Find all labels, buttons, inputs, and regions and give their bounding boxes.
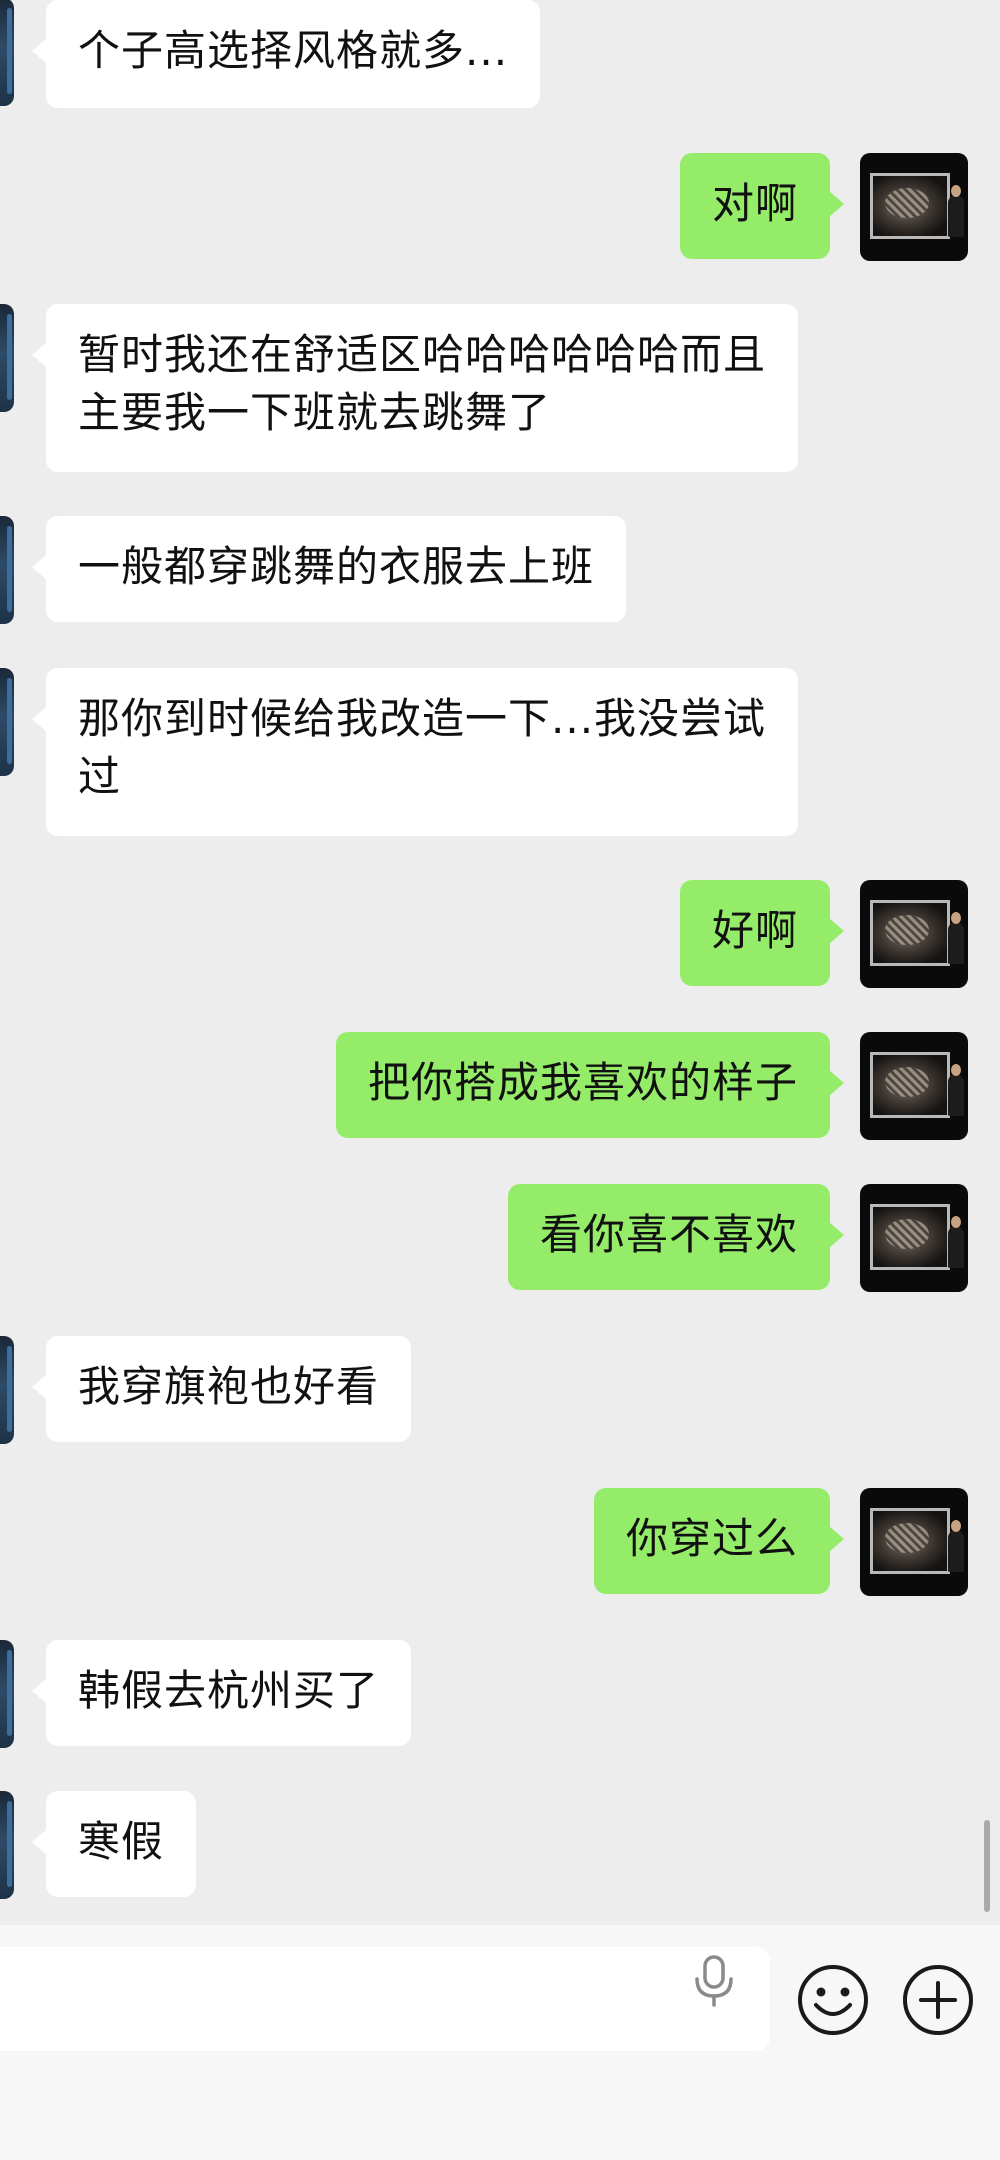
input-bar (0, 1925, 1000, 2160)
plus-icon[interactable] (901, 1963, 975, 2037)
my-avatar[interactable] (860, 1032, 968, 1140)
chat-screen: 个子高选择风格就多... 对啊 暂时我还在舒适区哈哈哈哈哈哈而且 主要我一下班就… (0, 0, 1000, 2160)
avatar-figure (948, 1216, 964, 1268)
message-bubble[interactable]: 看你喜不喜欢 (507, 1184, 845, 1290)
my-avatar[interactable] (860, 1184, 968, 1292)
message-list[interactable]: 个子高选择风格就多... 对啊 暂时我还在舒适区哈哈哈哈哈哈而且 主要我一下班就… (0, 0, 1000, 1925)
contact-avatar[interactable] (0, 516, 14, 624)
message-bubble[interactable]: 那你到时候给我改造一下...我没尝试 过 (31, 668, 799, 836)
avatar-artwork (870, 1204, 950, 1270)
message-bubble[interactable]: 韩假去杭州买了 (31, 1640, 412, 1746)
avatar-artwork (870, 900, 950, 966)
message-bubble[interactable]: 一般都穿跳舞的衣服去上班 (31, 516, 627, 622)
message-bubble[interactable]: 对啊 (679, 153, 845, 259)
avatar-figure (948, 185, 964, 237)
avatar-artwork (870, 1052, 950, 1118)
my-avatar[interactable] (860, 1488, 968, 1596)
avatar-artwork (870, 1508, 950, 1574)
scrollbar[interactable] (984, 1820, 990, 1912)
message-bubble[interactable]: 个子高选择风格就多... (31, 0, 541, 108)
microphone-icon[interactable] (692, 1955, 736, 2007)
avatar-figure (948, 1520, 964, 1572)
avatar-artwork (870, 173, 950, 239)
message-bubble[interactable]: 你穿过么 (593, 1488, 845, 1594)
message-bubble[interactable]: 寒假 (31, 1791, 197, 1897)
message-input[interactable] (0, 1947, 770, 2051)
avatar-figure (948, 912, 964, 964)
my-avatar[interactable] (860, 153, 968, 261)
contact-avatar[interactable] (0, 1640, 14, 1748)
message-bubble[interactable]: 好啊 (679, 880, 845, 986)
avatar-figure (948, 1064, 964, 1116)
contact-avatar[interactable] (0, 1336, 14, 1444)
message-bubble[interactable]: 把你搭成我喜欢的样子 (335, 1032, 845, 1138)
contact-avatar[interactable] (0, 0, 14, 106)
contact-avatar[interactable] (0, 668, 14, 776)
my-avatar[interactable] (860, 880, 968, 988)
message-bubble[interactable]: 我穿旗袍也好看 (31, 1336, 412, 1442)
emoji-icon[interactable] (796, 1963, 870, 2037)
contact-avatar[interactable] (0, 304, 14, 412)
message-bubble[interactable]: 暂时我还在舒适区哈哈哈哈哈哈而且 主要我一下班就去跳舞了 (31, 304, 799, 472)
contact-avatar[interactable] (0, 1791, 14, 1899)
